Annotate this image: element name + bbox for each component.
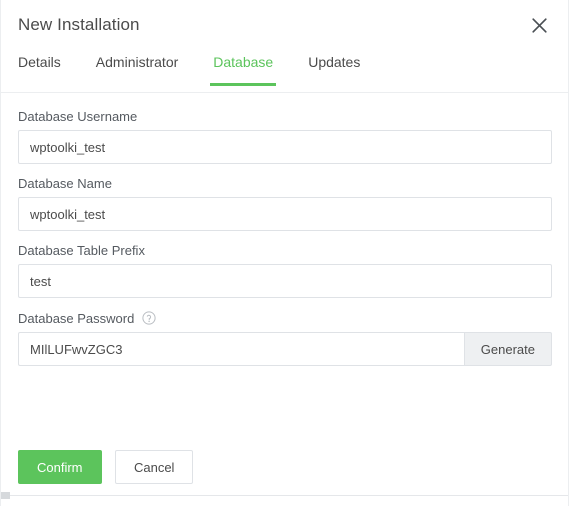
tab-details[interactable]: Details bbox=[18, 49, 61, 69]
cancel-button[interactable]: Cancel bbox=[114, 450, 194, 484]
database-username-label-text: Database Username bbox=[18, 109, 138, 124]
database-name-label: Database Name bbox=[18, 177, 551, 190]
tab-bar: Details Administrator Database Updates bbox=[1, 49, 568, 93]
tab-database-label: Database bbox=[213, 54, 274, 70]
field-database-table-prefix: Database Table Prefix bbox=[18, 244, 552, 298]
tab-updates-label: Updates bbox=[308, 54, 361, 70]
tab-updates[interactable]: Updates bbox=[308, 49, 360, 69]
database-username-label: Database Username bbox=[18, 110, 551, 123]
database-password-input-group: Generate bbox=[18, 332, 552, 366]
dialog-body: Database Username Database Name Database… bbox=[1, 93, 568, 366]
database-table-prefix-input-wrap bbox=[18, 264, 552, 298]
bottom-left-marker bbox=[1, 492, 10, 499]
close-icon[interactable] bbox=[526, 12, 552, 38]
database-name-label-text: Database Name bbox=[18, 176, 112, 191]
generate-password-button[interactable]: Generate bbox=[463, 332, 552, 366]
dialog-footer: Confirm Cancel bbox=[1, 440, 568, 484]
database-table-prefix-input[interactable] bbox=[18, 264, 552, 298]
database-table-prefix-label-text: Database Table Prefix bbox=[18, 243, 145, 258]
database-name-input-wrap bbox=[18, 197, 552, 231]
field-database-password: Database Password Generate bbox=[18, 311, 552, 366]
database-table-prefix-label: Database Table Prefix bbox=[18, 244, 551, 257]
database-password-input[interactable] bbox=[18, 332, 464, 366]
tab-details-label: Details bbox=[18, 54, 61, 70]
database-username-input[interactable] bbox=[18, 130, 552, 164]
tab-administrator-label: Administrator bbox=[95, 54, 179, 70]
dialog-header: New Installation bbox=[1, 0, 568, 49]
field-database-name: Database Name bbox=[18, 177, 552, 231]
database-password-label-text: Database Password bbox=[18, 310, 135, 326]
new-installation-dialog: New Installation Details Administrator D… bbox=[0, 0, 569, 506]
tab-database[interactable]: Database bbox=[210, 49, 277, 86]
database-password-label: Database Password bbox=[18, 311, 551, 325]
page-title: New Installation bbox=[18, 15, 140, 34]
bottom-divider bbox=[1, 495, 568, 496]
database-username-input-wrap bbox=[18, 130, 552, 164]
help-circle-icon[interactable] bbox=[142, 311, 156, 325]
database-name-input[interactable] bbox=[18, 197, 552, 231]
confirm-button[interactable]: Confirm bbox=[18, 450, 102, 484]
tab-administrator[interactable]: Administrator bbox=[96, 49, 178, 69]
field-database-username: Database Username bbox=[18, 110, 552, 164]
